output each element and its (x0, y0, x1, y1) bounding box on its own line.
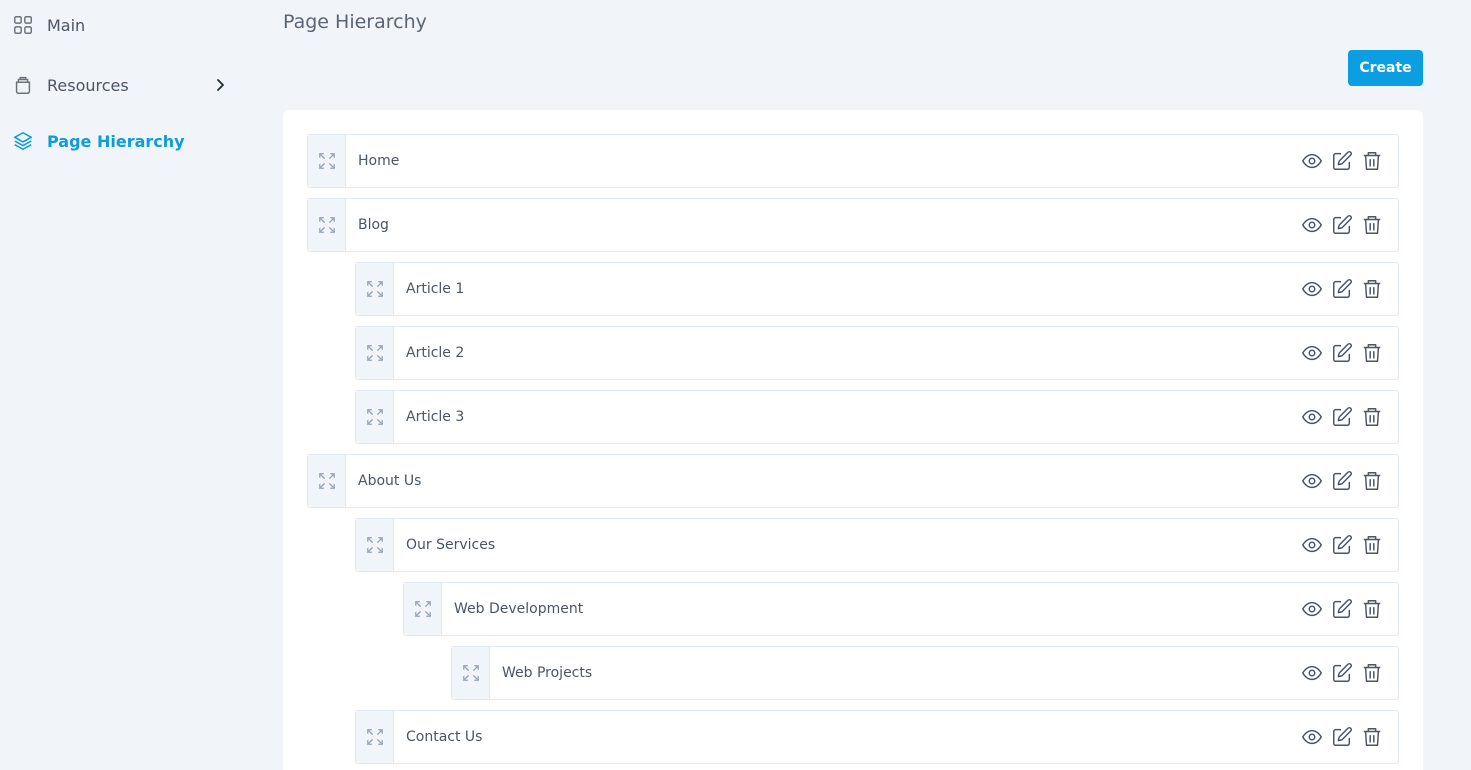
drag-handle[interactable] (356, 391, 394, 443)
sidebar-item-label: Page Hierarchy (47, 131, 185, 151)
drag-handle[interactable] (356, 519, 394, 571)
trash-icon[interactable] (1360, 405, 1384, 429)
drag-handle[interactable] (308, 455, 346, 507)
row-label: Article 3 (406, 409, 465, 425)
hierarchy-row[interactable]: Article 2 (355, 326, 1399, 380)
create-button[interactable]: Create (1348, 50, 1423, 86)
row-label: Blog (358, 217, 389, 233)
row-actions (1300, 455, 1398, 507)
expand-icon (366, 537, 383, 553)
edit-icon[interactable] (1330, 597, 1354, 621)
hierarchy-panel: Home Blog Article 1 Article 2 Article 3 … (283, 110, 1423, 770)
row-actions (1300, 391, 1398, 443)
eye-icon[interactable] (1300, 341, 1324, 365)
box-icon (12, 74, 34, 96)
trash-icon[interactable] (1360, 341, 1384, 365)
row-actions (1300, 135, 1398, 187)
sidebar-item-page-hierarchy[interactable]: Page Hierarchy (12, 127, 185, 155)
eye-icon[interactable] (1300, 149, 1324, 173)
expand-icon (414, 601, 431, 617)
expand-icon (318, 473, 335, 489)
eye-icon[interactable] (1300, 213, 1324, 237)
trash-icon[interactable] (1360, 469, 1384, 493)
drag-handle[interactable] (452, 647, 490, 699)
hierarchy-row[interactable]: Article 3 (355, 390, 1399, 444)
expand-icon (366, 281, 383, 297)
edit-icon[interactable] (1330, 661, 1354, 685)
layers-icon (12, 130, 34, 152)
row-actions (1300, 583, 1398, 635)
drag-handle[interactable] (356, 263, 394, 315)
expand-icon (366, 409, 383, 425)
trash-icon[interactable] (1360, 149, 1384, 173)
drag-handle[interactable] (356, 711, 394, 763)
expand-icon (366, 729, 383, 745)
row-label: About Us (358, 473, 422, 489)
hierarchy-row[interactable]: Web Projects (451, 646, 1399, 700)
eye-icon[interactable] (1300, 661, 1324, 685)
edit-icon[interactable] (1330, 341, 1354, 365)
trash-icon[interactable] (1360, 533, 1384, 557)
edit-icon[interactable] (1330, 533, 1354, 557)
edit-icon[interactable] (1330, 469, 1354, 493)
edit-icon[interactable] (1330, 277, 1354, 301)
row-label: Home (358, 153, 400, 169)
drag-handle[interactable] (356, 327, 394, 379)
eye-icon[interactable] (1300, 469, 1324, 493)
row-actions (1300, 711, 1398, 763)
chevron-right-icon[interactable] (212, 77, 228, 93)
sidebar-item-main[interactable]: Main (12, 11, 85, 39)
hierarchy-row[interactable]: Web Development (403, 582, 1399, 636)
row-actions (1300, 647, 1398, 699)
hierarchy-row[interactable]: Home (307, 134, 1399, 188)
drag-handle[interactable] (404, 583, 442, 635)
row-label: Article 1 (406, 281, 465, 297)
eye-icon[interactable] (1300, 597, 1324, 621)
row-actions (1300, 519, 1398, 571)
row-actions (1300, 327, 1398, 379)
eye-icon[interactable] (1300, 725, 1324, 749)
sidebar-item-label: Resources (47, 75, 129, 95)
hierarchy-row[interactable]: About Us (307, 454, 1399, 508)
trash-icon[interactable] (1360, 725, 1384, 749)
grid-icon (12, 14, 34, 36)
sidebar: Main Resources Page Hierarchy (0, 0, 240, 770)
row-label: Web Development (454, 601, 584, 617)
sidebar-item-resources[interactable]: Resources (12, 71, 224, 99)
expand-icon (462, 665, 479, 681)
drag-handle[interactable] (308, 199, 346, 251)
eye-icon[interactable] (1300, 405, 1324, 429)
row-label: Our Services (406, 537, 496, 553)
hierarchy-row[interactable]: Contact Us (355, 710, 1399, 764)
edit-icon[interactable] (1330, 149, 1354, 173)
row-actions (1300, 263, 1398, 315)
eye-icon[interactable] (1300, 277, 1324, 301)
page-title: Page Hierarchy (283, 11, 427, 33)
hierarchy-row[interactable]: Blog (307, 198, 1399, 252)
edit-icon[interactable] (1330, 213, 1354, 237)
expand-icon (366, 345, 383, 361)
trash-icon[interactable] (1360, 597, 1384, 621)
hierarchy-row[interactable]: Article 1 (355, 262, 1399, 316)
eye-icon[interactable] (1300, 533, 1324, 557)
edit-icon[interactable] (1330, 725, 1354, 749)
row-actions (1300, 199, 1398, 251)
trash-icon[interactable] (1360, 277, 1384, 301)
sidebar-item-label: Main (47, 15, 86, 35)
hierarchy-row[interactable]: Our Services (355, 518, 1399, 572)
trash-icon[interactable] (1360, 661, 1384, 685)
expand-icon (318, 153, 335, 169)
trash-icon[interactable] (1360, 213, 1384, 237)
expand-icon (318, 217, 335, 233)
edit-icon[interactable] (1330, 405, 1354, 429)
drag-handle[interactable] (308, 135, 346, 187)
row-label: Web Projects (502, 665, 593, 681)
row-label: Article 2 (406, 345, 465, 361)
row-label: Contact Us (406, 729, 483, 745)
